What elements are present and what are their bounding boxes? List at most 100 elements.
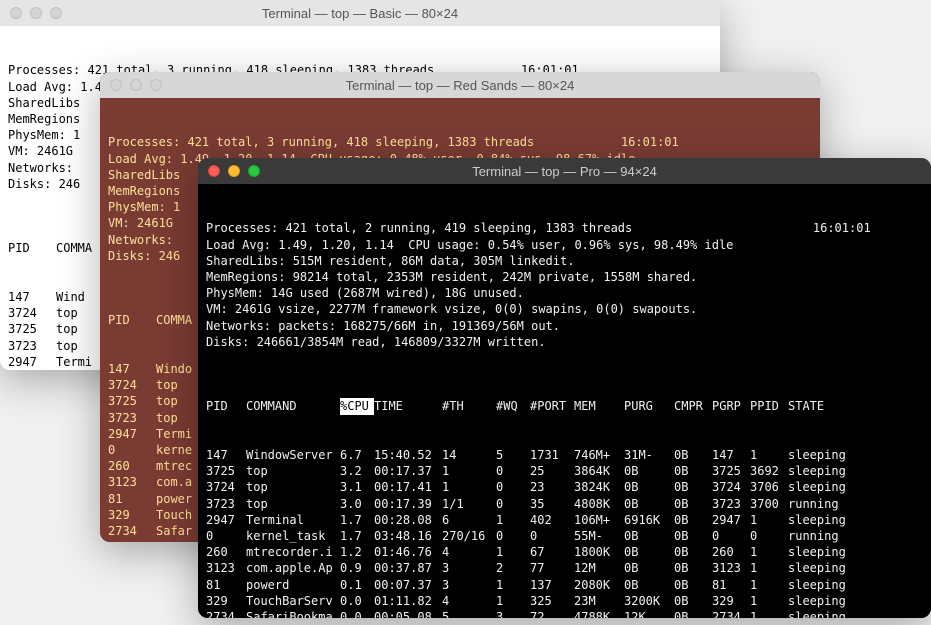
minimize-icon[interactable] [130,79,142,91]
cell: 3 [496,609,530,618]
cell: 0B [624,577,674,593]
window-title: Terminal — top — Pro — 94×24 [208,164,921,179]
cell: 6.7 [340,447,374,463]
titlebar-basic[interactable]: Terminal — top — Basic — 80×24 [0,0,720,26]
cell: 00:17.37 [374,463,442,479]
cell: kernel_task [246,528,340,544]
cell: 0B [624,496,674,512]
close-icon[interactable] [110,79,122,91]
cell: sleeping [788,512,858,528]
close-icon[interactable] [208,165,220,177]
table-row: 2947Terminal1.700:28.0861402106M+6916K0B… [206,512,923,528]
table-header-row: PIDCOMMAND%CPUTIME#TH#WQ#PORTMEMPURGCMPR… [206,398,858,414]
col-header: #PORT [530,398,574,414]
cell: 0B [674,544,712,560]
cell: sleeping [788,577,858,593]
cell: top [246,479,340,495]
cell: 329 [108,507,156,523]
cell: 3725 [206,463,246,479]
zoom-icon[interactable] [150,79,162,91]
cell: 01:11.82 [374,593,442,609]
col-header: CMPR [674,398,712,414]
cell: 67 [530,544,574,560]
table-row: 3123com.apple.Ap0.900:37.87327712M0B0B31… [206,560,923,576]
cell: 1800K [574,544,624,560]
cell: 270/16 [442,528,496,544]
cell: 15:40.52 [374,447,442,463]
col-header: PID [206,398,246,414]
stat-line: VM: 2461G vsize, 2277M framework vsize, … [206,301,923,317]
cell: 0.0 [340,593,374,609]
stat-line: Networks: packets: 168275/66M in, 191369… [206,318,923,334]
stats-block: Processes: 421 total, 2 running, 419 sle… [206,220,923,366]
cell: 0 [530,528,574,544]
cell: 3706 [750,479,788,495]
cell: powerd [246,577,340,593]
cell: 0 [750,528,788,544]
cell: 3725 [108,393,156,409]
cell: 3725 [712,463,750,479]
cell: 0B [624,560,674,576]
cell: 2734 [206,609,246,618]
terminal-window-pro[interactable]: Terminal — top — Pro — 94×24 Processes: … [198,158,931,618]
cell: sleeping [788,544,858,560]
cell: 1 [750,544,788,560]
cell: mtrecorder.i [246,544,340,560]
cell: 1731 [530,447,574,463]
cell: 3724 [108,377,156,393]
cell: running [788,528,858,544]
cell: 3200K [624,593,674,609]
cell: 325 [530,593,574,609]
table-row: 81powerd0.100:07.37311372080K0B0B811slee… [206,577,923,593]
stat-line: MemRegions: 98214 total, 2353M resident,… [206,269,923,285]
cell: 2881 [108,539,156,542]
cell: 3.0 [340,496,374,512]
cell: 3123 [712,560,750,576]
stat-line: SharedLibs: 515M resident, 86M data, 305… [206,253,923,269]
titlebar-pro[interactable]: Terminal — top — Pro — 94×24 [198,158,931,184]
table-row: 329TouchBarServ0.001:11.824132523M3200K0… [206,593,923,609]
minimize-icon[interactable] [30,7,42,19]
zoom-icon[interactable] [50,7,62,19]
cell: 0 [496,528,530,544]
col-header: STATE [788,398,858,414]
close-icon[interactable] [10,7,22,19]
cell: 1 [496,544,530,560]
cell: 0B [624,528,674,544]
cell: 3724 [712,479,750,495]
cell: 00:17.39 [374,496,442,512]
cell: 147 [206,447,246,463]
cell: 81 [712,577,750,593]
terminal-output[interactable]: Processes: 421 total, 2 running, 419 sle… [198,184,931,618]
cell: 0B [674,609,712,618]
titlebar-redsands[interactable]: Terminal — top — Red Sands — 80×24 [100,72,820,98]
cell: 3824K [574,479,624,495]
cell: 1 [750,512,788,528]
cell: 12M [574,560,624,576]
cell: 4 [442,544,496,560]
cell: sleeping [788,463,858,479]
cell: 00:37.87 [374,560,442,576]
cell: 0B [624,544,674,560]
cell: 23 [530,479,574,495]
cell: 35 [530,496,574,512]
zoom-icon[interactable] [248,165,260,177]
cell: 3725 [8,321,56,337]
col-header: PURG [624,398,674,414]
cell: running [788,496,858,512]
cell: 0B [674,528,712,544]
cell: 1 [496,512,530,528]
cell: 14 [442,447,496,463]
cell: 1 [750,560,788,576]
cell: 0B [674,479,712,495]
cell: 00:07.37 [374,577,442,593]
cell: top [246,496,340,512]
cell: 00:28.08 [374,512,442,528]
minimize-icon[interactable] [228,165,240,177]
cell: sleeping [788,593,858,609]
table-row: 260mtrecorder.i1.201:46.7641671800K0B0B2… [206,544,923,560]
cell: 106M+ [574,512,624,528]
cell: 1/1 [442,496,496,512]
cell: 6 [442,512,496,528]
cell: TouchBarServ [246,593,340,609]
